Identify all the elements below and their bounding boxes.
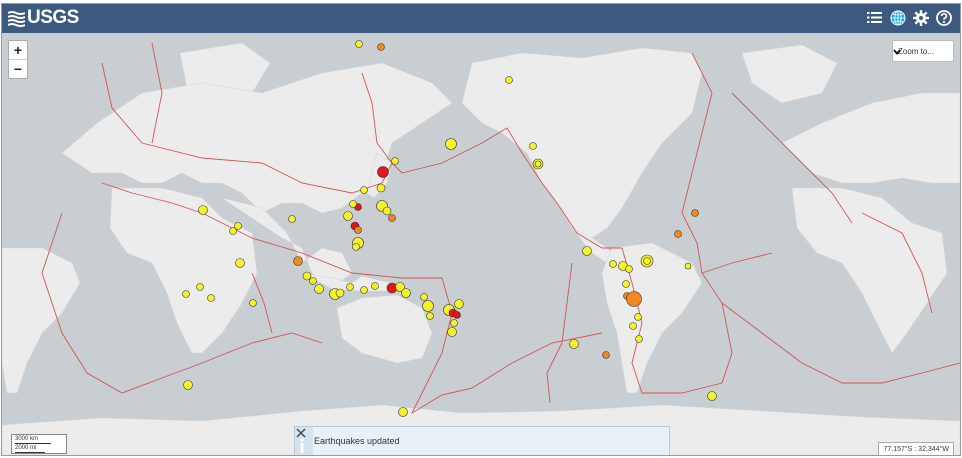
globe-icon	[890, 10, 905, 25]
usgs-logo[interactable]: USGS	[8, 8, 79, 28]
quake-marker[interactable]	[609, 260, 617, 268]
quake-marker[interactable]	[360, 286, 368, 294]
quake-marker[interactable]	[445, 138, 457, 150]
quake-marker[interactable]	[634, 313, 642, 321]
quake-marker[interactable]	[388, 214, 396, 222]
quake-marker[interactable]	[582, 246, 592, 256]
quake-marker[interactable]	[534, 160, 542, 168]
quake-marker[interactable]	[529, 142, 537, 150]
quake-marker[interactable]	[346, 283, 354, 291]
logo-text: USGS	[27, 7, 79, 28]
quake-marker[interactable]	[376, 183, 386, 193]
help-icon	[935, 9, 952, 26]
quake-marker[interactable]	[371, 282, 379, 290]
quake-marker[interactable]	[382, 206, 392, 216]
quake-marker[interactable]	[454, 299, 464, 309]
quake-marker[interactable]	[249, 299, 257, 307]
quake-marker[interactable]	[447, 327, 457, 337]
quake-marker[interactable]	[229, 227, 237, 235]
quake-marker[interactable]	[343, 211, 353, 221]
quake-marker[interactable]	[360, 186, 368, 194]
zoom-out-button[interactable]: −	[9, 59, 27, 78]
quake-marker[interactable]	[349, 200, 357, 208]
usgs-wave-icon	[8, 10, 25, 27]
toast-message: Earthquakes updated	[314, 436, 400, 446]
quake-marker[interactable]	[335, 288, 345, 298]
quake-marker[interactable]	[629, 322, 637, 330]
quake-marker[interactable]	[207, 294, 215, 302]
list-button[interactable]	[866, 9, 883, 26]
quake-marker[interactable]	[420, 293, 428, 301]
list-icon	[867, 12, 882, 23]
quake-marker[interactable]	[391, 157, 399, 165]
quake-marker[interactable]	[422, 300, 434, 312]
quake-marker[interactable]	[450, 319, 458, 327]
quake-marker[interactable]	[309, 277, 317, 285]
quake-marker[interactable]	[426, 312, 434, 320]
chevron-down-icon	[893, 49, 901, 55]
quake-marker[interactable]	[569, 339, 579, 349]
quake-marker[interactable]	[626, 291, 642, 307]
header-toolbar	[866, 9, 952, 26]
quake-marker[interactable]	[401, 288, 411, 298]
zoom-to-dropdown[interactable]: Zoom to...	[892, 40, 954, 62]
quake-marker[interactable]	[453, 311, 461, 319]
quake-marker[interactable]	[355, 40, 363, 48]
map-button[interactable]	[889, 9, 906, 26]
quake-marker[interactable]	[643, 257, 651, 265]
quake-marker[interactable]	[183, 380, 193, 390]
scale-mi: 2000 mi	[15, 445, 45, 453]
quake-marker[interactable]	[398, 407, 408, 417]
quake-marker[interactable]	[235, 258, 245, 268]
close-icon[interactable]	[295, 427, 307, 439]
app-header: USGS	[2, 4, 960, 33]
quake-marker[interactable]	[707, 391, 717, 401]
quake-marker[interactable]	[684, 262, 692, 270]
settings-button[interactable]	[912, 9, 929, 26]
quake-marker[interactable]	[674, 230, 682, 238]
app-frame: USGS + − Zoom to... 3000 km 2000 mi 77.1…	[1, 3, 961, 456]
zoom-to-label: Zoom to...	[898, 47, 935, 56]
notification-toast: Earthquakes updated	[294, 426, 670, 455]
quake-marker[interactable]	[302, 271, 312, 281]
scale-km: 3000 km	[15, 436, 51, 444]
quake-marker[interactable]	[622, 280, 630, 288]
coordinate-readout: 77.157°S : 32.344°W	[878, 442, 954, 455]
quake-marker[interactable]	[196, 283, 204, 291]
quake-marker[interactable]	[377, 166, 389, 178]
help-button[interactable]	[935, 9, 952, 26]
earthquake-map[interactable]: + − Zoom to... 3000 km 2000 mi 77.157°S …	[2, 33, 960, 455]
quake-marker[interactable]	[691, 209, 699, 217]
quake-marker[interactable]	[505, 76, 513, 84]
quake-marker[interactable]	[182, 290, 190, 298]
quake-marker[interactable]	[293, 256, 303, 266]
quake-marker[interactable]	[314, 284, 324, 294]
quake-marker[interactable]	[377, 43, 385, 51]
quake-marker[interactable]	[635, 335, 643, 343]
map-canvas[interactable]	[2, 33, 960, 455]
quake-marker[interactable]	[354, 226, 362, 234]
quake-marker[interactable]	[288, 215, 296, 223]
quake-marker[interactable]	[625, 265, 633, 273]
gear-icon	[912, 9, 929, 26]
quake-marker[interactable]	[352, 243, 360, 251]
zoom-control: + −	[8, 40, 28, 79]
scale-bar: 3000 km 2000 mi	[11, 434, 67, 454]
quake-marker[interactable]	[198, 205, 208, 215]
quake-marker[interactable]	[602, 351, 610, 359]
zoom-in-button[interactable]: +	[9, 41, 27, 59]
